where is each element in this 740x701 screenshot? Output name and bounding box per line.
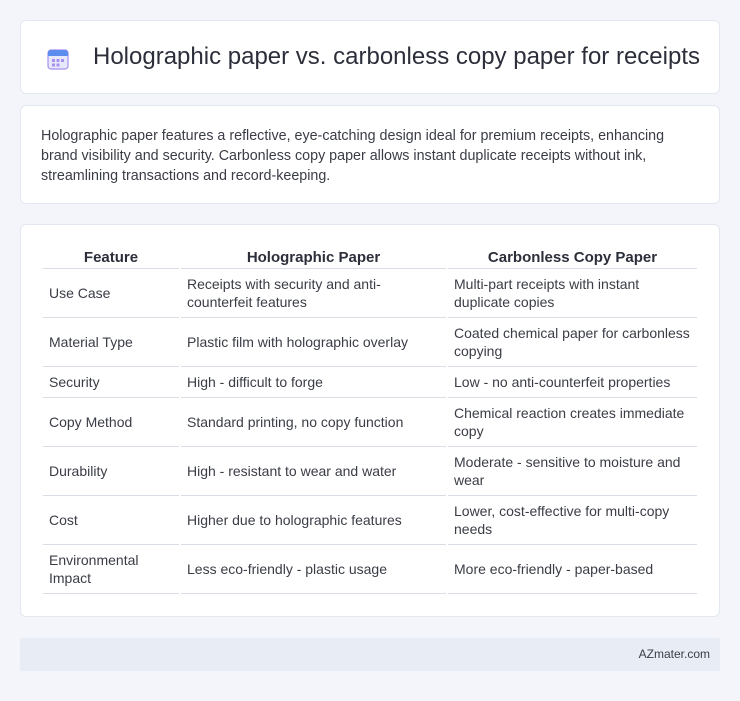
row-carbonless-cell: More eco-friendly - paper-based [448,545,697,594]
column-header-feature: Feature [43,247,179,269]
row-carbonless-cell: Low - no anti-counterfeit properties [448,367,697,398]
page-title: Holographic paper vs. carbonless copy pa… [93,43,700,70]
title-card: Holographic paper vs. carbonless copy pa… [20,20,720,94]
row-carbonless-cell: Coated chemical paper for carbonless cop… [448,318,697,367]
row-holographic-cell: Receipts with security and anti-counterf… [181,269,446,318]
row-feature-cell: Material Type [43,318,179,367]
row-holographic-cell: High - resistant to wear and water [181,447,446,496]
summary-text: Holographic paper features a reflective,… [41,128,665,184]
row-holographic-cell: Higher due to holographic features [181,496,446,545]
table-row: Environmental Impact Less eco-friendly -… [43,545,697,594]
calendar-icon [47,49,69,70]
table-row: Cost Higher due to holographic features … [43,496,697,545]
table-row: Material Type Plastic film with holograp… [43,318,697,367]
column-header-carbonless: Carbonless Copy Paper [448,247,697,269]
footer-bar: AZmater.com [20,638,720,671]
row-feature-cell: Cost [43,496,179,545]
row-carbonless-cell: Lower, cost-effective for multi-copy nee… [448,496,697,545]
row-holographic-cell: High - difficult to forge [181,367,446,398]
table-row: Copy Method Standard printing, no copy f… [43,398,697,447]
table-row: Durability High - resistant to wear and … [43,447,697,496]
row-holographic-cell: Less eco-friendly - plastic usage [181,545,446,594]
row-carbonless-cell: Multi-part receipts with instant duplica… [448,269,697,318]
row-holographic-cell: Plastic film with holographic overlay [181,318,446,367]
column-header-holographic: Holographic Paper [181,247,446,269]
row-feature-cell: Use Case [43,269,179,318]
row-carbonless-cell: Moderate - sensitive to moisture and wea… [448,447,697,496]
row-feature-cell: Environmental Impact [43,545,179,594]
row-feature-cell: Durability [43,447,179,496]
row-feature-cell: Copy Method [43,398,179,447]
row-feature-cell: Security [43,367,179,398]
table-header-row: Feature Holographic Paper Carbonless Cop… [43,247,697,269]
table-row: Use Case Receipts with security and anti… [43,269,697,318]
table-row: Security High - difficult to forge Low -… [43,367,697,398]
row-holographic-cell: Standard printing, no copy function [181,398,446,447]
footer-brand: AZmater.com [638,647,710,661]
summary-card: Holographic paper features a reflective,… [20,105,720,204]
comparison-table: Feature Holographic Paper Carbonless Cop… [41,247,699,594]
row-carbonless-cell: Chemical reaction creates immediate copy [448,398,697,447]
comparison-table-card: Feature Holographic Paper Carbonless Cop… [20,224,720,617]
